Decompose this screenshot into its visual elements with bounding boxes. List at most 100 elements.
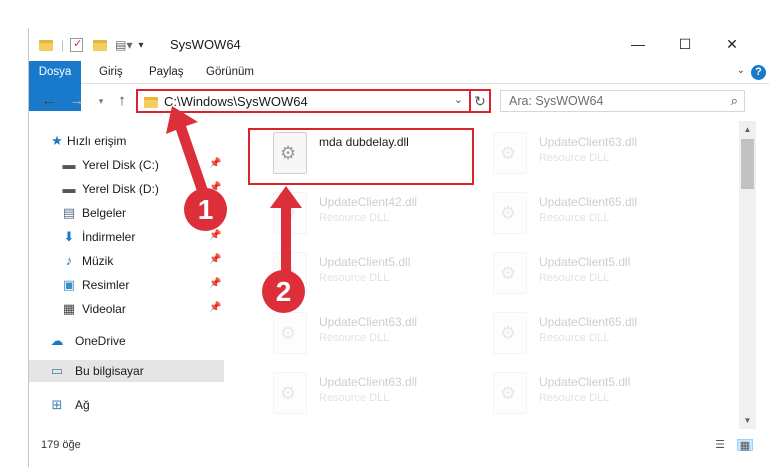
file-item[interactable]: ⚙ UpdateClient63.dll Resource DLL bbox=[469, 128, 689, 178]
file-item[interactable]: ⚙ UpdateClient5.dll Resource DLL bbox=[469, 248, 689, 298]
dll-file-icon: ⚙ bbox=[273, 312, 307, 354]
file-type: Resource DLL bbox=[319, 212, 390, 224]
pin-icon[interactable]: 📌 bbox=[209, 278, 221, 289]
sidebar-item-network[interactable]: ⊞ Ağ bbox=[29, 394, 224, 416]
maximize-button[interactable]: ☐ bbox=[662, 28, 708, 60]
sidebar-item-label: Hızlı erişim bbox=[67, 134, 127, 148]
status-bar: 179 öğe ☰ ▦ bbox=[29, 432, 769, 458]
forward-button[interactable]: → bbox=[67, 91, 87, 111]
file-name: UpdateClient63.dll bbox=[539, 135, 638, 149]
sidebar-item-music[interactable]: ♪ Müzik 📌 bbox=[29, 250, 224, 272]
music-icon: ♪ bbox=[65, 253, 73, 268]
file-item[interactable]: ⚙ UpdateClient5.dll Resource DLL bbox=[469, 368, 689, 418]
tab-gorunum[interactable]: Görünüm bbox=[196, 61, 264, 84]
sidebar-item-videos[interactable]: ▦ Videolar 📌 bbox=[29, 298, 224, 320]
folder-icon bbox=[144, 97, 158, 108]
gear-icon: ⚙ bbox=[500, 143, 517, 163]
sidebar-item-this-pc[interactable]: ▭ Bu bilgisayar bbox=[29, 360, 224, 382]
vertical-scrollbar[interactable]: ▲ ▼ bbox=[739, 121, 756, 429]
refresh-button[interactable]: ↻ bbox=[469, 89, 491, 113]
file-type: Resource DLL bbox=[539, 272, 610, 284]
sidebar-item-label: Resimler bbox=[82, 278, 130, 292]
step-badge-1: 1 bbox=[184, 188, 227, 231]
search-input[interactable] bbox=[509, 93, 709, 109]
arrow-1-shape bbox=[166, 106, 210, 200]
tab-giris[interactable]: Giriş bbox=[89, 61, 133, 84]
file-type: Resource DLL bbox=[319, 332, 390, 344]
scroll-down-icon[interactable]: ▼ bbox=[739, 412, 756, 429]
arrow-2 bbox=[270, 186, 302, 274]
network-icon: ⊞ bbox=[51, 397, 63, 412]
file-item[interactable]: ⚙ UpdateClient63.dll Resource DLL bbox=[249, 308, 469, 358]
gear-icon: ⚙ bbox=[500, 263, 517, 283]
search-box[interactable]: ⌕ bbox=[500, 90, 745, 112]
document-icon: ▤ bbox=[62, 205, 76, 220]
file-type: Resource DLL bbox=[539, 332, 610, 344]
expand-ribbon-icon[interactable]: ⌄ bbox=[737, 65, 745, 76]
sidebar-item-label: OneDrive bbox=[75, 334, 126, 348]
large-icons-view-icon[interactable]: ▦ bbox=[737, 439, 753, 452]
help-icon[interactable]: ? bbox=[751, 65, 766, 80]
details-view-icon[interactable]: ☰ bbox=[712, 439, 728, 451]
file-item[interactable]: ⚙ UpdateClient65.dll Resource DLL bbox=[469, 188, 689, 238]
tab-paylas[interactable]: Paylaş bbox=[139, 61, 194, 84]
gear-icon: ⚙ bbox=[280, 323, 297, 343]
computer-icon: ▭ bbox=[50, 363, 64, 378]
scroll-up-icon[interactable]: ▲ bbox=[739, 121, 756, 138]
toolbar-dropdown-icon[interactable]: ▾ bbox=[139, 40, 144, 51]
recent-locations-button[interactable]: ▾ bbox=[91, 91, 111, 111]
sidebar-item-pictures[interactable]: ▣ Resimler 📌 bbox=[29, 274, 224, 296]
sidebar-item-label: Belgeler bbox=[82, 206, 127, 220]
explorer-window: | ✓ ▤▾ ▾ SysWOW64 — ☐ ✕ Dosya Giriş Payl… bbox=[28, 28, 769, 467]
close-button[interactable]: ✕ bbox=[709, 28, 755, 60]
back-button[interactable]: ← bbox=[39, 91, 59, 111]
minimize-button[interactable]: — bbox=[615, 28, 661, 60]
file-type: Resource DLL bbox=[319, 392, 390, 404]
sidebar-item-label: Müzik bbox=[82, 254, 114, 268]
gear-icon: ⚙ bbox=[500, 323, 517, 343]
item-count: 179 öğe bbox=[41, 439, 81, 451]
gear-icon: ⚙ bbox=[280, 383, 297, 403]
file-name: UpdateClient65.dll bbox=[539, 195, 638, 209]
sidebar-item-label: Yerel Disk (D:) bbox=[82, 182, 159, 196]
file-name: UpdateClient5.dll bbox=[319, 255, 411, 269]
up-button[interactable]: ↑ bbox=[112, 91, 132, 111]
drive-icon: ▬ bbox=[62, 181, 76, 196]
search-icon[interactable]: ⌕ bbox=[731, 93, 738, 109]
file-item[interactable]: ⚙ UpdateClient65.dll Resource DLL bbox=[469, 308, 689, 358]
file-type: Resource DLL bbox=[539, 212, 610, 224]
file-type: Resource DLL bbox=[539, 392, 610, 404]
properties-icon[interactable]: ✓ bbox=[70, 38, 84, 52]
navigation-bar: ← → ▾ ↑ C:\Windows\SysWOW64 ⌄ ↻ ⌕ bbox=[29, 85, 769, 118]
dll-file-icon: ⚙ bbox=[273, 372, 307, 414]
file-item[interactable]: ⚙ UpdateClient63.dll Resource DLL bbox=[249, 368, 469, 418]
file-type: Resource DLL bbox=[319, 272, 390, 284]
window-title: SysWOW64 bbox=[170, 37, 241, 52]
sidebar-item-onedrive[interactable]: ☁ OneDrive bbox=[29, 330, 224, 352]
step-badge-2: 2 bbox=[262, 270, 305, 313]
ribbon-tabs: Dosya Giriş Paylaş Görünüm ⌄ ? bbox=[29, 61, 769, 111]
new-folder-icon[interactable] bbox=[93, 39, 108, 51]
pin-icon[interactable]: 📌 bbox=[209, 230, 221, 241]
pin-icon[interactable]: 📌 bbox=[209, 254, 221, 265]
pictures-icon: ▣ bbox=[62, 277, 76, 292]
customize-toolbar-icon[interactable]: ▤▾ bbox=[115, 38, 132, 52]
pin-icon[interactable]: 📌 bbox=[209, 302, 221, 313]
sidebar-item-label: Ağ bbox=[75, 398, 90, 412]
sidebar-item-label: Videolar bbox=[82, 302, 126, 316]
dll-file-icon: ⚙ bbox=[493, 132, 527, 174]
folder-icon[interactable] bbox=[39, 39, 53, 51]
file-name: UpdateClient5.dll bbox=[539, 255, 631, 269]
separator-icon: | bbox=[61, 38, 65, 52]
sidebar-item-label: Yerel Disk (C:) bbox=[82, 158, 159, 172]
gear-icon: ⚙ bbox=[500, 383, 517, 403]
scroll-thumb[interactable] bbox=[741, 139, 754, 189]
title-bar: | ✓ ▤▾ ▾ SysWOW64 — ☐ ✕ bbox=[29, 28, 769, 61]
file-type: Resource DLL bbox=[539, 152, 610, 164]
file-name: UpdateClient5.dll bbox=[539, 375, 631, 389]
file-name: UpdateClient65.dll bbox=[539, 315, 638, 329]
address-dropdown-icon[interactable]: ⌄ bbox=[454, 93, 463, 106]
drive-icon: ▬ bbox=[62, 157, 76, 172]
download-icon: ⬇ bbox=[63, 229, 75, 244]
sidebar-item-downloads[interactable]: ⬇ İndirmeler 📌 bbox=[29, 226, 224, 248]
